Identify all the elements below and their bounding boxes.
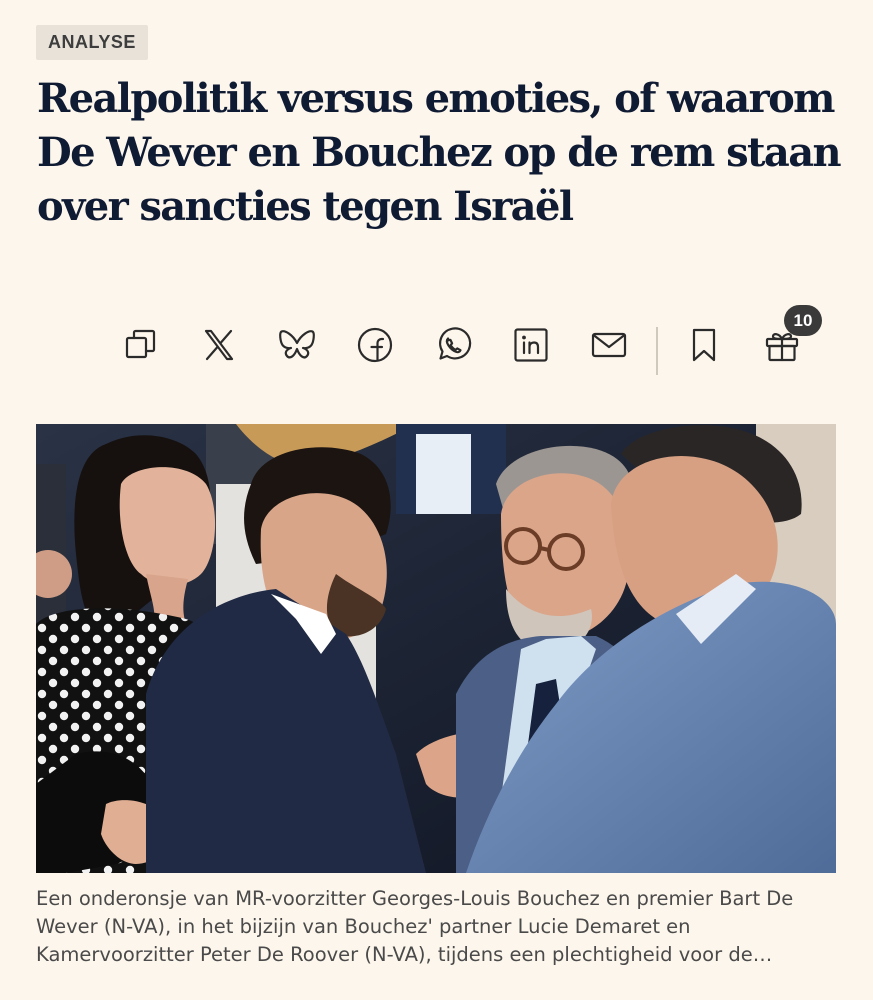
bookmark-button[interactable] [682, 323, 726, 367]
article-headline: Realpolitik versus emoties, of waarom De… [37, 75, 842, 230]
share-facebook-button[interactable] [353, 323, 397, 367]
share-bluesky-button[interactable] [275, 323, 319, 367]
share-whatsapp-button[interactable] [431, 323, 475, 367]
copy-icon [125, 329, 156, 359]
bookmark-icon [692, 328, 716, 362]
article-photo [36, 424, 836, 873]
share-divider [656, 327, 658, 375]
gift-count-badge: 10 [784, 305, 822, 336]
share-toolbar: 10 [0, 305, 873, 385]
article-category-tag: ANALYSE [36, 25, 148, 60]
mail-icon [591, 332, 627, 358]
whatsapp-icon [439, 327, 472, 360]
copy-link-button[interactable] [119, 323, 163, 367]
facebook-icon [357, 327, 393, 363]
share-email-button[interactable] [587, 323, 631, 367]
share-linkedin-button[interactable] [509, 323, 553, 367]
linkedin-icon [514, 328, 548, 362]
photo-caption: Een onderonsje van MR-voorzitter Georges… [36, 887, 794, 966]
share-x-button[interactable] [197, 323, 241, 367]
article-photo-image [36, 424, 836, 873]
x-logo-icon [204, 329, 234, 361]
bluesky-butterfly-icon [279, 330, 315, 359]
